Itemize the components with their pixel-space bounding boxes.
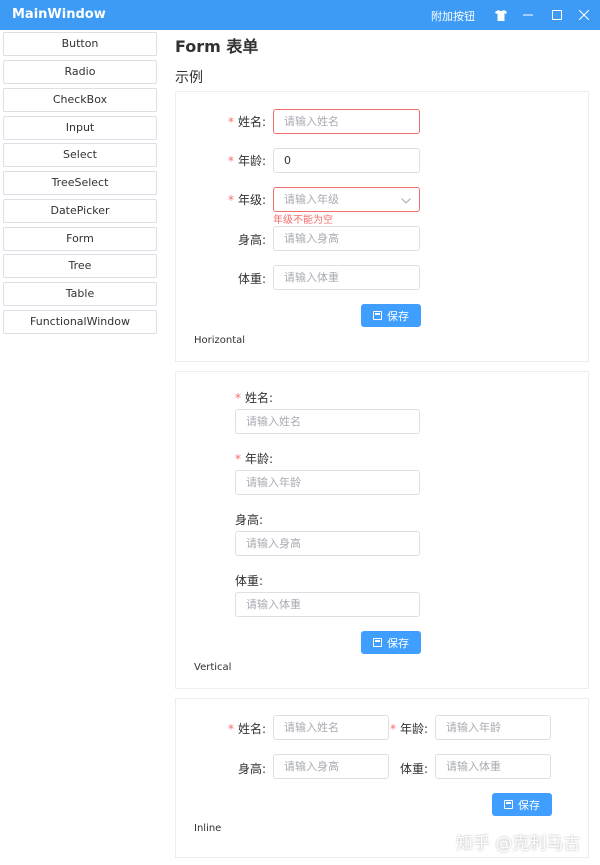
required-mark: * xyxy=(227,193,234,207)
extra-button[interactable]: 附加按钮 xyxy=(431,8,475,24)
name-input[interactable]: 请输入姓名 xyxy=(273,109,420,134)
age-label: * 年龄: xyxy=(227,154,266,168)
title-bar: MainWindow 附加按钮 xyxy=(0,0,600,30)
required-mark: * xyxy=(389,722,396,736)
sidebar-item-treeselect[interactable]: TreeSelect xyxy=(3,171,157,195)
page-title: Form 表单 xyxy=(175,37,259,56)
weight-label: 体重: xyxy=(237,272,266,286)
close-icon[interactable] xyxy=(575,5,593,25)
sidebar-item-select[interactable]: Select xyxy=(3,143,157,167)
sidebar-item-functionalwindow[interactable]: FunctionalWindow xyxy=(3,310,157,334)
form-mode-label: Horizontal xyxy=(194,335,246,346)
save-button-label: 保存 xyxy=(387,636,409,650)
age-label: * 年龄: xyxy=(235,452,274,466)
name-label: * 姓名: xyxy=(227,115,266,129)
save-icon xyxy=(373,311,382,320)
required-mark: * xyxy=(227,154,234,168)
height-label: 身高: xyxy=(237,762,266,776)
weight-input[interactable]: 请输入体重 xyxy=(273,265,420,290)
height-label: 身高: xyxy=(237,233,266,247)
name-label: * 姓名: xyxy=(235,391,274,405)
save-icon xyxy=(373,638,382,647)
weight-input[interactable]: 请输入体重 xyxy=(235,592,420,617)
sidebar-item-checkbox[interactable]: CheckBox xyxy=(3,88,157,112)
name-label: * 姓名: xyxy=(227,722,266,736)
tshirt-icon[interactable] xyxy=(492,5,510,25)
grade-label: * 年级: xyxy=(227,193,266,207)
sidebar-item-table[interactable]: Table xyxy=(3,282,157,306)
name-input[interactable]: 请输入姓名 xyxy=(273,715,389,740)
grade-select[interactable]: 请输入年级 xyxy=(273,187,420,212)
sidebar: Button Radio CheckBox Input Select TreeS… xyxy=(0,30,160,865)
vertical-form-card: * 姓名: 请输入姓名 * 年龄: 请输入年龄 身高: 请输入身高 体重: 请输入体… xyxy=(175,371,589,689)
weight-label: 体重: xyxy=(235,574,264,588)
grade-error-message: 年级不能为空 xyxy=(273,215,333,226)
form-mode-label: Inline xyxy=(194,823,222,834)
age-input[interactable]: 0 xyxy=(273,148,420,173)
minimize-icon[interactable] xyxy=(519,5,537,25)
sidebar-item-button[interactable]: Button xyxy=(3,32,157,56)
required-mark: * xyxy=(235,452,241,466)
section-subtitle: 示例 xyxy=(175,70,203,86)
save-button-label: 保存 xyxy=(387,309,409,323)
sidebar-item-radio[interactable]: Radio xyxy=(3,60,157,84)
grade-select-placeholder: 请输入年级 xyxy=(284,193,339,206)
sidebar-item-tree[interactable]: Tree xyxy=(3,254,157,278)
height-label: 身高: xyxy=(235,513,264,527)
weight-input[interactable]: 请输入体重 xyxy=(435,754,551,779)
save-button[interactable]: 保存 xyxy=(492,793,552,816)
horizontal-form-card: * 姓名: 请输入姓名 * 年龄: 0 * 年级: 请输入年级 年级不能为空 身高: … xyxy=(175,91,589,362)
height-input[interactable]: 请输入身高 xyxy=(235,531,420,556)
weight-label: 体重: xyxy=(399,762,428,776)
height-input[interactable]: 请输入身高 xyxy=(273,226,420,251)
save-icon xyxy=(504,800,513,809)
save-button[interactable]: 保存 xyxy=(361,304,421,327)
age-label: * 年龄: xyxy=(389,722,428,736)
sidebar-item-form[interactable]: Form xyxy=(3,227,157,251)
height-input[interactable]: 请输入身高 xyxy=(273,754,389,779)
save-button-label: 保存 xyxy=(518,798,540,812)
save-button[interactable]: 保存 xyxy=(361,631,421,654)
age-input[interactable]: 请输入年龄 xyxy=(435,715,551,740)
window-title: MainWindow xyxy=(12,7,106,22)
chevron-down-icon xyxy=(401,190,411,211)
form-mode-label: Vertical xyxy=(194,662,232,673)
required-mark: * xyxy=(227,115,234,129)
sidebar-item-input[interactable]: Input xyxy=(3,116,157,140)
name-input[interactable]: 请输入姓名 xyxy=(235,409,420,434)
required-mark: * xyxy=(235,391,241,405)
age-input[interactable]: 请输入年龄 xyxy=(235,470,420,495)
watermark: 知乎 @克利马古 xyxy=(456,834,581,854)
required-mark: * xyxy=(227,722,234,736)
sidebar-item-datepicker[interactable]: DatePicker xyxy=(3,199,157,223)
maximize-icon[interactable] xyxy=(548,5,566,25)
